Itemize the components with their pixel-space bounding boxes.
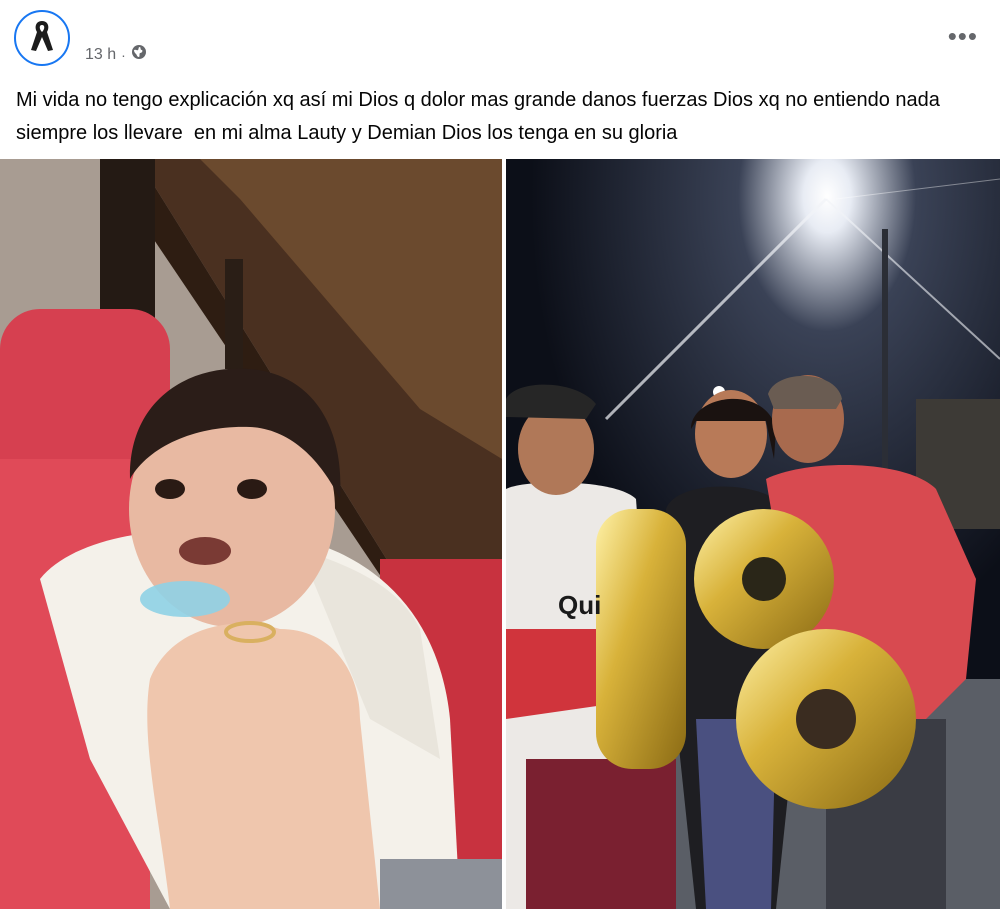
photo-birthday-group[interactable]: Qui (506, 159, 1000, 909)
more-options-icon[interactable]: ••• (948, 23, 978, 49)
globe-icon (131, 44, 147, 65)
jersey-text: Qui (558, 590, 601, 620)
post-photos: Qui (0, 159, 1000, 909)
post-timestamp[interactable]: 13 h (85, 46, 116, 64)
meta-separator: · (121, 46, 126, 63)
post-text: Mi vida no tengo explicación xq así mi D… (16, 89, 951, 144)
mourning-ribbon-icon (27, 18, 57, 59)
photo-baby[interactable] (0, 159, 502, 909)
post-meta: 13 h · (85, 44, 147, 65)
post-header: 13 h · ••• (0, 0, 1000, 80)
profile-avatar[interactable] (14, 10, 70, 66)
